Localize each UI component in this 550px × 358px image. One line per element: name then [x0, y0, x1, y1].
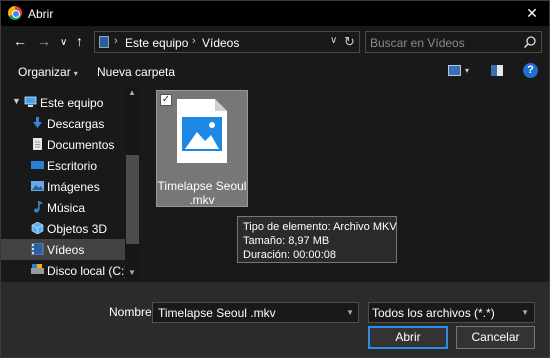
pictures-icon — [31, 181, 44, 191]
chevron-down-icon[interactable]: ▼ — [521, 308, 529, 317]
sidebar-item-label: Música — [47, 201, 86, 215]
back-button[interactable]: ← — [13, 34, 27, 48]
tooltip-type: Tipo de elemento: Archivo MKV — [243, 221, 397, 233]
sidebar-item-disco-local[interactable]: Disco local (C:) — [1, 260, 129, 281]
search-input[interactable]: Buscar en Vídeos — [370, 36, 465, 50]
desktop-icon — [31, 161, 44, 169]
cancel-button[interactable]: Cancelar — [456, 326, 535, 349]
open-file-dialog: Abrir ✕ ← → ∨ ↑ › Este equipo › Vídeos ∨… — [0, 0, 550, 358]
tooltip-duration: Duración: 00:00:08 — [243, 249, 336, 261]
address-bar[interactable]: › Este equipo › Vídeos ∨ ↻ — [94, 31, 360, 53]
sidebar-item-este-equipo[interactable]: ▼ Este equipo — [1, 92, 125, 113]
scrollbar-thumb[interactable] — [126, 155, 139, 244]
command-bar: Organizar ▾ Nueva carpeta ▾ ? — [1, 58, 549, 84]
close-button[interactable]: ✕ — [515, 1, 549, 26]
document-icon — [33, 138, 42, 150]
recent-locations-button[interactable]: ∨ — [60, 36, 67, 50]
computer-icon — [24, 96, 37, 107]
3d-objects-icon — [31, 222, 44, 234]
address-row: ← → ∨ ↑ › Este equipo › Vídeos ∨ ↻ Busca… — [1, 26, 549, 58]
navigation-pane: ▼ Este equipo Descargas Documentos Escri… — [1, 86, 140, 281]
help-icon[interactable]: ? — [523, 63, 538, 78]
scroll-up-icon[interactable]: ▲ — [128, 88, 136, 97]
music-icon — [34, 201, 43, 213]
filename-label: Nombre: — [109, 305, 156, 319]
title-bar: Abrir ✕ — [1, 1, 549, 26]
video-file-icon — [177, 99, 227, 163]
search-box[interactable]: Buscar en Vídeos — [365, 31, 542, 53]
change-view-icon[interactable] — [448, 65, 461, 76]
sidebar-item-escritorio[interactable]: Escritorio — [1, 155, 125, 176]
search-icon[interactable] — [523, 35, 537, 49]
sidebar-item-label: Descargas — [47, 117, 105, 131]
filename-value[interactable]: Timelapse Seoul .mkv — [158, 306, 276, 320]
videos-folder-icon — [99, 36, 109, 48]
caret-down-icon: ▾ — [73, 69, 78, 78]
file-info-tooltip: Tipo de elemento: Archivo MKV Tamaño: 8,… — [237, 216, 397, 263]
window-title: Abrir — [28, 7, 54, 21]
organize-label: Organizar — [18, 65, 71, 79]
breadcrumb-videos[interactable]: Vídeos — [202, 36, 239, 50]
dialog-footer: Nombre: Timelapse Seoul .mkv ▼ Todos los… — [1, 282, 549, 357]
file-name: Timelapse Seoul .mkv — [157, 179, 247, 207]
address-dropdown-button[interactable]: ∨ — [330, 35, 337, 46]
sidebar-item-imagenes[interactable]: Imágenes — [1, 176, 125, 197]
drive-icon — [31, 264, 44, 274]
sidebar-item-label: Vídeos — [47, 243, 85, 257]
tooltip-size: Tamaño: 8,97 MB — [243, 235, 330, 247]
sidebar-item-label: Este equipo — [40, 96, 104, 110]
sidebar-item-label: Escritorio — [47, 159, 98, 173]
sidebar-item-descargas[interactable]: Descargas — [1, 113, 125, 134]
breadcrumb-separator: › — [114, 35, 118, 47]
file-type-value[interactable]: Todos los archivos (*.*) — [372, 306, 495, 320]
file-item[interactable]: ✓ Timelapse Seoul .mkv — [156, 90, 248, 207]
sidebar-item-documentos[interactable]: Documentos — [1, 134, 125, 155]
preview-pane-icon[interactable] — [491, 65, 503, 76]
sidebar-item-label: Objetos 3D — [47, 222, 108, 236]
sidebar-item-videos[interactable]: Vídeos — [1, 239, 125, 260]
sidebar-item-objetos-3d[interactable]: Objetos 3D — [1, 218, 125, 239]
filename-field[interactable]: Timelapse Seoul .mkv ▼ — [152, 302, 359, 323]
videos-icon — [31, 243, 44, 255]
sidebar-item-label: Disco local (C:) — [47, 264, 129, 278]
refresh-button[interactable]: ↻ — [344, 34, 355, 50]
scroll-down-icon[interactable]: ▼ — [128, 268, 136, 277]
file-name-line: Timelapse Seoul — [157, 179, 247, 193]
sidebar-item-label: Documentos — [47, 138, 115, 152]
breadcrumb-separator: › — [192, 35, 196, 47]
open-button[interactable]: Abrir — [368, 326, 448, 349]
file-name-line: .mkv — [189, 193, 215, 207]
chevron-down-icon[interactable]: ▼ — [346, 308, 354, 317]
file-checkbox[interactable]: ✓ — [160, 94, 172, 106]
up-button[interactable]: ↑ — [76, 34, 83, 48]
breadcrumb-este-equipo[interactable]: Este equipo — [125, 36, 188, 50]
download-icon — [33, 117, 42, 128]
new-folder-button[interactable]: Nueva carpeta — [97, 65, 175, 79]
sidebar-item-musica[interactable]: Música — [1, 197, 125, 218]
file-list-area: ✓ Timelapse Seoul .mkv Tipo de elemento:… — [141, 86, 549, 281]
sidebar-item-label: Imágenes — [47, 180, 100, 194]
view-options-caret-icon[interactable]: ▾ — [465, 66, 469, 75]
expand-arrow-icon[interactable]: ▼ — [12, 96, 21, 106]
forward-button[interactable]: → — [37, 34, 51, 48]
organize-menu[interactable]: Organizar ▾ — [18, 65, 78, 79]
navigation-scrollbar[interactable]: ▲ ▼ — [125, 86, 140, 281]
file-type-select[interactable]: Todos los archivos (*.*) ▼ — [368, 302, 535, 323]
chrome-icon — [8, 6, 22, 20]
